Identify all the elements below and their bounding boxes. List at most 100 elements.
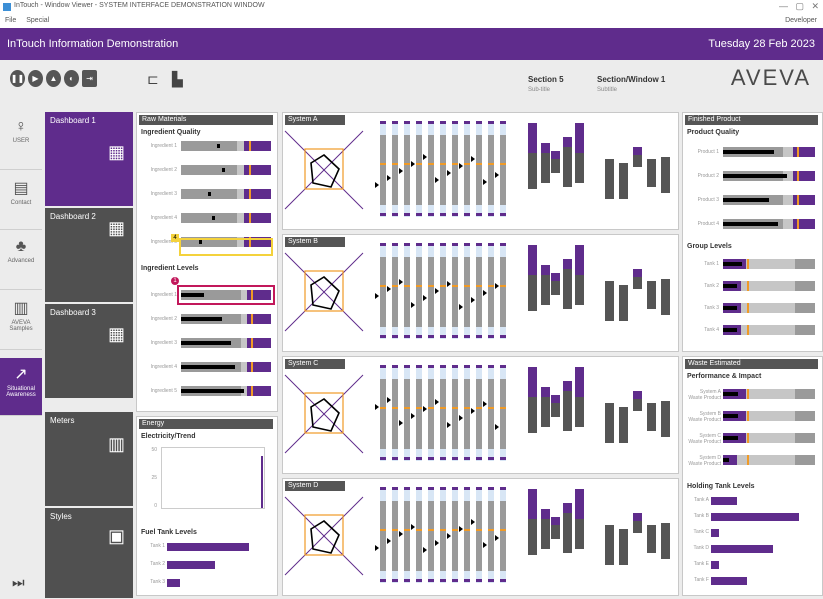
holding-tank-bar[interactable] [711, 561, 719, 569]
system-b-graphics [284, 243, 670, 339]
row-label: Product 4 [697, 221, 719, 227]
dashboard-tile-3[interactable]: Dashboard 3 ▦ [45, 304, 133, 398]
sidebar-item-user[interactable]: ♀ USER [0, 112, 42, 170]
column-band [452, 135, 458, 205]
column-band [452, 379, 458, 449]
level-bar[interactable] [181, 314, 271, 324]
exit-icon[interactable]: ⇥ [82, 70, 97, 87]
column-band [500, 379, 506, 449]
panel-title: Energy [139, 419, 273, 429]
row-label: Ingredient 5 [150, 388, 177, 394]
sidebar-item-contact[interactable]: ▤ Contact [0, 172, 42, 230]
product-quality-bar[interactable] [723, 171, 815, 181]
level-bar[interactable] [181, 362, 271, 372]
warning-badge[interactable]: 4 [171, 234, 179, 242]
dashboard-tile-meters[interactable]: Meters ▥ [45, 412, 133, 506]
column-cap [416, 335, 422, 338]
column-cap [464, 579, 470, 582]
group-icon: ♣ [15, 238, 27, 255]
group-level-bar[interactable] [723, 303, 815, 313]
column-band [380, 379, 386, 449]
row-label: System B Waste Product [688, 411, 721, 423]
holding-tank-bar[interactable] [711, 577, 747, 585]
dashboard-tile-styles[interactable]: Styles ▣ [45, 508, 133, 598]
sidebar-item-advanced[interactable]: ♣ Advanced [0, 232, 42, 290]
system-a-graphics [284, 121, 670, 217]
bar-band [795, 389, 815, 399]
alarm-highlight[interactable] [177, 285, 275, 305]
row-label: Ingredient 4 [150, 215, 177, 221]
fuel-tank-bar[interactable] [167, 579, 180, 587]
group-level-bar[interactable] [723, 259, 815, 269]
layout-icon[interactable]: ▙ [172, 71, 183, 88]
dashboard-label: Dashboard 3 [50, 308, 96, 317]
column-band [428, 135, 434, 205]
row-label: Tank 2 [150, 561, 165, 567]
alarm-badge[interactable]: 1 [171, 277, 179, 285]
bar-band [795, 411, 815, 421]
column-indicator [375, 545, 379, 551]
holding-tank-bar[interactable] [711, 545, 773, 553]
waste-bar[interactable] [723, 411, 815, 421]
quality-bar[interactable] [181, 213, 271, 223]
column-cap [416, 457, 422, 460]
column-band [500, 501, 506, 571]
holding-tank-bar[interactable] [711, 497, 737, 505]
dashboard-tile-1[interactable]: Dashboard 1 ▦ [45, 112, 133, 206]
pause-icon[interactable]: ❚❚ [10, 70, 25, 87]
sidebar-item-samples[interactable]: ▥ AVEVA Samples [0, 292, 42, 350]
column-setpoint [476, 529, 482, 531]
fuel-tank-bar[interactable] [167, 543, 249, 551]
column-band [416, 257, 422, 327]
menu-file[interactable]: File [5, 17, 16, 24]
holding-tank-bar[interactable] [711, 513, 799, 521]
product-quality-title: Product Quality [687, 129, 740, 136]
column-indicator [411, 524, 415, 530]
dashboard-label: Dashboard 2 [50, 212, 96, 221]
status-bar-top [563, 381, 572, 391]
column-cap [452, 487, 458, 490]
waste-bar[interactable] [723, 433, 815, 443]
dashboard-tile-2[interactable]: Dashboard 2 ▦ [45, 208, 133, 302]
column-indicator [399, 420, 403, 426]
column-indicator [495, 283, 499, 289]
holding-tank-bar[interactable] [711, 529, 719, 537]
back-icon[interactable]: ⊏ [147, 71, 159, 88]
window-titlebar: InTouch - Window Viewer - SYSTEM INTERFA… [0, 0, 823, 14]
quality-bar[interactable] [181, 165, 271, 175]
group-level-bar[interactable] [723, 281, 815, 291]
waste-bar[interactable] [723, 389, 815, 399]
column-cap [476, 487, 482, 490]
status-bar-top [563, 259, 572, 269]
column-cap [416, 121, 422, 124]
column-cap [440, 365, 446, 368]
product-quality-bar[interactable] [723, 195, 815, 205]
alarm-icon[interactable]: ▲ [46, 70, 61, 87]
column-cap [488, 121, 494, 124]
status-bar [605, 403, 614, 443]
group-level-bar[interactable] [723, 325, 815, 335]
level-bar[interactable] [181, 338, 271, 348]
skip-forward-icon[interactable]: ⏭ [12, 574, 25, 591]
menu-special[interactable]: Special [26, 17, 49, 24]
sidebar-item-situational[interactable]: ↗ Situational Awareness [0, 358, 42, 416]
panel-title: Waste Estimated [685, 359, 818, 369]
column-indicator [387, 397, 391, 403]
contrast-icon[interactable]: ◐ [64, 70, 79, 87]
quality-bar[interactable] [181, 141, 271, 151]
column-cap [380, 365, 386, 368]
product-quality-bar[interactable] [723, 219, 815, 229]
row-label: Tank F [693, 577, 709, 583]
status-bar [605, 525, 614, 565]
level-bar[interactable] [181, 386, 271, 396]
warning-highlight[interactable] [179, 238, 273, 256]
waste-bar[interactable] [723, 455, 815, 465]
quality-bar[interactable] [181, 189, 271, 199]
play-icon[interactable]: ▶ [28, 70, 43, 87]
fuel-tank-bar[interactable] [167, 561, 215, 569]
menu-developer[interactable]: Developer [785, 17, 817, 24]
product-quality-bar[interactable] [723, 147, 815, 157]
row-label: Product 3 [697, 197, 719, 203]
row-label: Tank 4 [704, 327, 719, 333]
window-controls[interactable]: — ▢ ✕ [779, 1, 819, 12]
